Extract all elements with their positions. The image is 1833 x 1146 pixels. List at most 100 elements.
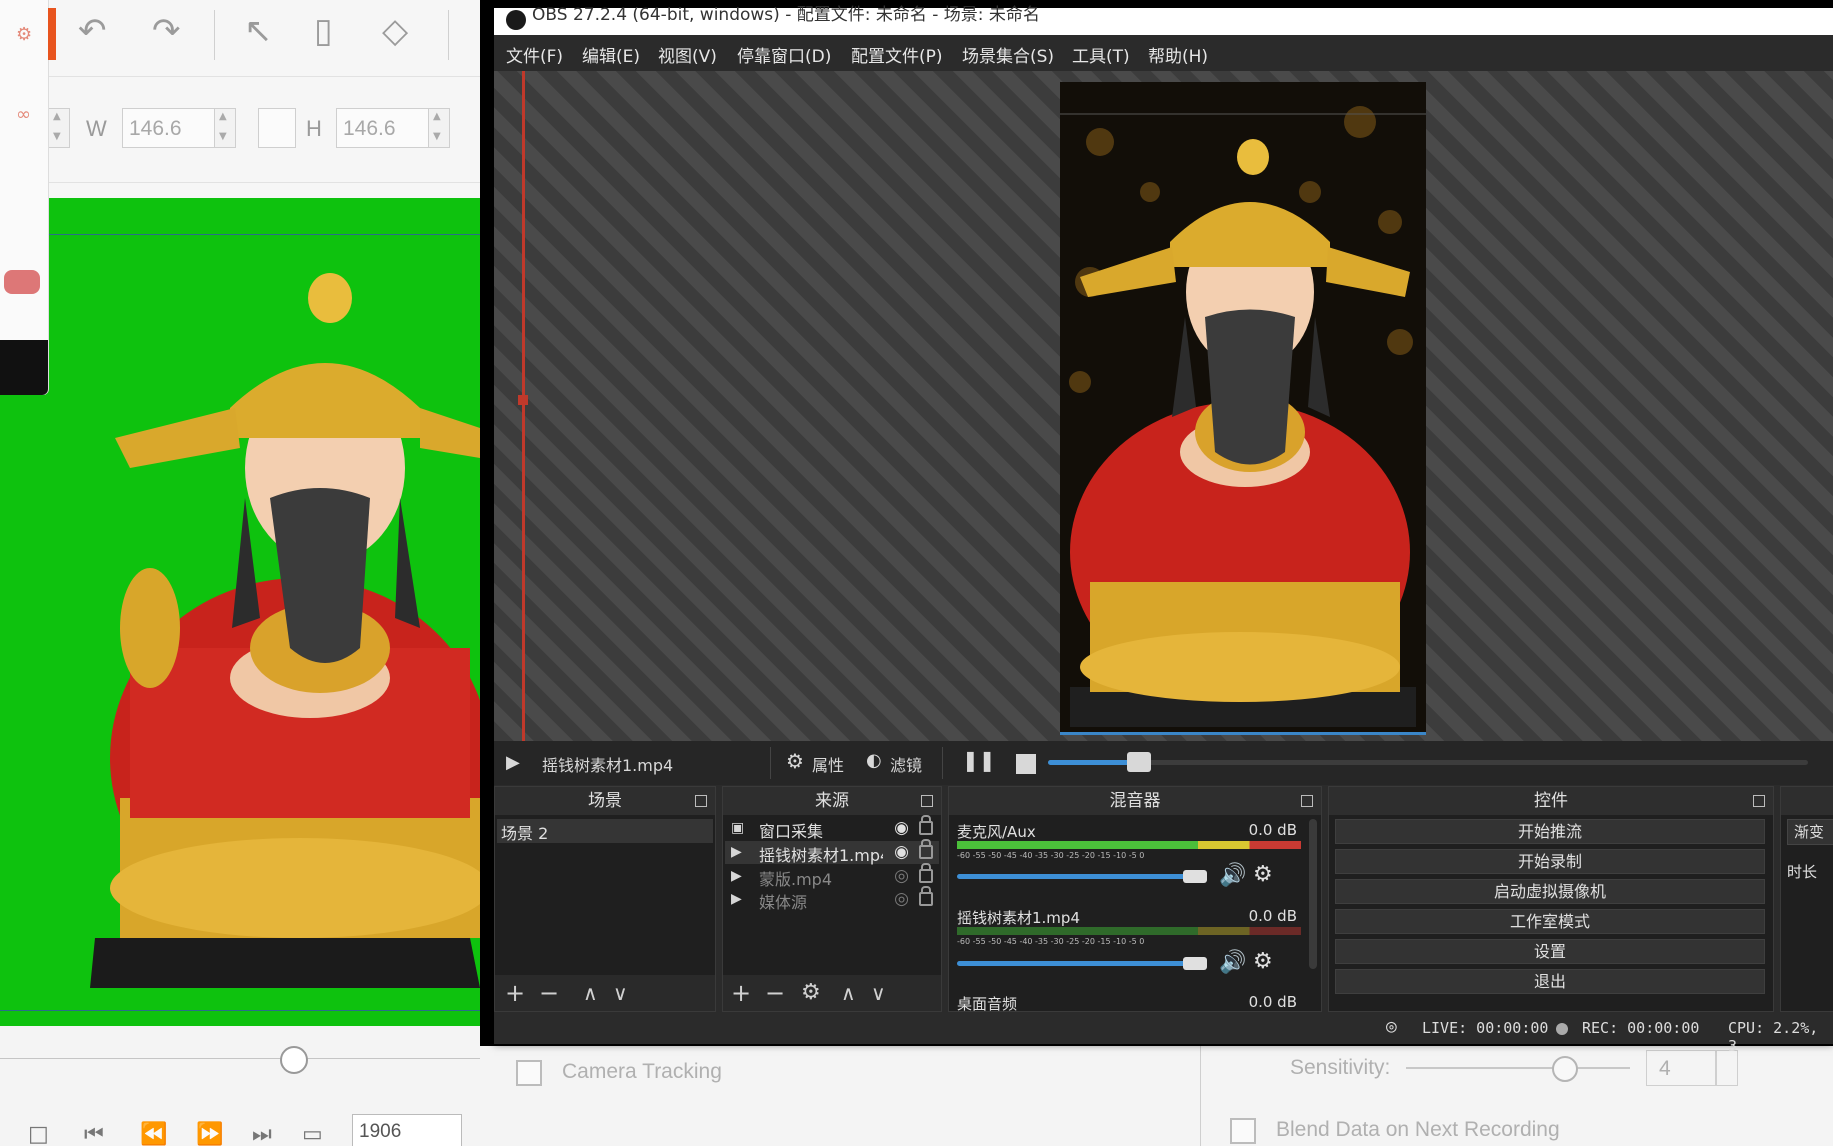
camera-tracking-checkbox[interactable] [516, 1060, 542, 1086]
media-source-icon: ▶ [731, 844, 742, 860]
gear-icon[interactable]: ⚙ [801, 979, 821, 1007]
menu-file[interactable]: 文件(F) [506, 42, 563, 67]
play-icon[interactable]: ▶ [506, 752, 520, 773]
speaker-icon[interactable]: 🔊 [1219, 863, 1246, 888]
car-icon[interactable] [4, 270, 40, 294]
volume-slider-track[interactable] [957, 961, 1207, 966]
source-item[interactable]: ▶ 媒体源 ◎ [725, 886, 939, 912]
cpu-usage: CPU: 2.2%, 3 [1728, 1019, 1819, 1055]
menu-help[interactable]: 帮助(H) [1148, 42, 1208, 67]
loop-icon[interactable]: ▭ [302, 1122, 323, 1146]
volume-slider-track[interactable] [957, 874, 1207, 879]
paint-bucket-icon[interactable]: ◇ [382, 14, 408, 48]
source-item[interactable]: ▶ 摇钱树素材1.mp4 ◉ [725, 839, 939, 865]
statue-image [90, 273, 480, 988]
menu-edit[interactable]: 编辑(E) [582, 42, 640, 67]
pause-icon[interactable]: ❚❚ [962, 748, 996, 772]
undock-icon[interactable] [921, 795, 933, 807]
source-item-label: 蒙版.mp4 [759, 870, 833, 889]
page-icon[interactable]: ▯ [314, 14, 333, 48]
stop-icon[interactable] [1016, 754, 1036, 774]
gear-icon[interactable]: ⚙ [1253, 862, 1273, 887]
meter-scale: -60 -55 -50 -45 -40 -35 -30 -25 -20 -15 … [957, 851, 1145, 860]
menu-scene-collection[interactable]: 场景集合(S) [962, 42, 1054, 67]
remove-icon[interactable]: − [765, 979, 785, 1007]
seek-bar-track[interactable] [1048, 760, 1808, 765]
stop-icon[interactable]: □ [28, 1122, 49, 1146]
source-item[interactable]: ▶ 蒙版.mp4 ◎ [725, 863, 939, 889]
select-arrow-icon[interactable]: ↖ [244, 14, 273, 48]
fast-forward-icon[interactable]: ⏩ [196, 1122, 223, 1146]
frame-number-field[interactable]: 1906 [352, 1114, 462, 1146]
undock-icon[interactable] [1753, 795, 1765, 807]
eye-hidden-icon[interactable]: ◎ [894, 866, 909, 886]
lock-icon[interactable] [919, 863, 933, 883]
menu-docks[interactable]: 停靠窗口(D) [737, 42, 831, 67]
settings-button[interactable]: 设置 [1335, 939, 1765, 964]
sensitivity-stepper[interactable] [1716, 1050, 1738, 1086]
start-streaming-button[interactable]: 开始推流 [1335, 819, 1765, 844]
obs-titlebar[interactable]: OBS 27.2.4 (64-bit, windows) - 配置文件: 未命名… [494, 5, 1833, 35]
skip-end-icon[interactable]: ⏭ [252, 1122, 272, 1146]
scene-item[interactable]: 场景 2 [497, 819, 713, 843]
menu-tools[interactable]: 工具(T) [1072, 42, 1130, 67]
gear-icon[interactable]: ⚙ [1253, 949, 1273, 974]
scenes-toolbar: + − ∧ ∨ [495, 975, 715, 1011]
move-down-icon[interactable]: ∨ [871, 979, 886, 1007]
remove-icon[interactable]: − [539, 979, 559, 1007]
height-field[interactable]: 146.6 [336, 108, 438, 148]
preview-canvas[interactable] [494, 71, 1833, 741]
properties-button[interactable]: 属性 [812, 752, 844, 776]
height-stepper[interactable] [428, 108, 450, 148]
seek-bar-handle[interactable] [1127, 752, 1151, 772]
move-up-icon[interactable]: ∧ [841, 979, 856, 1007]
filters-button[interactable]: 滤镜 [890, 752, 922, 776]
resize-handle[interactable] [518, 395, 528, 405]
eye-hidden-icon[interactable]: ◎ [894, 889, 909, 909]
gear-icon[interactable]: ⚙ [786, 749, 804, 773]
panel-divider [1200, 1046, 1201, 1146]
width-stepper[interactable] [214, 108, 236, 148]
link-icon[interactable]: ∞ [16, 104, 31, 125]
start-virtual-camera-button[interactable]: 启动虚拟摄像机 [1335, 879, 1765, 904]
studio-mode-button[interactable]: 工作室模式 [1335, 909, 1765, 934]
camera-tracking-label: Camera Tracking [562, 1060, 722, 1083]
add-icon[interactable]: + [505, 979, 525, 1007]
eye-icon[interactable]: ◉ [894, 818, 909, 838]
lock-icon[interactable] [919, 839, 933, 859]
move-up-icon[interactable]: ∧ [583, 979, 598, 1007]
blend-data-checkbox[interactable] [1230, 1118, 1256, 1144]
start-recording-button[interactable]: 开始录制 [1335, 849, 1765, 874]
sensitivity-slider-handle[interactable] [1552, 1056, 1578, 1082]
volume-slider-handle[interactable] [1183, 957, 1207, 970]
gear-icon[interactable]: ⚙ [16, 24, 32, 45]
redo-icon[interactable]: ↷ [152, 14, 181, 48]
volume-slider-handle[interactable] [1183, 870, 1207, 883]
lock-icon[interactable] [919, 886, 933, 906]
source-item[interactable]: ▣ 窗口采集 ◉ [725, 815, 939, 841]
menu-view[interactable]: 视图(V) [658, 42, 717, 67]
sensitivity-field[interactable]: 4 [1646, 1050, 1716, 1086]
undock-icon[interactable] [695, 795, 707, 807]
eye-icon[interactable]: ◉ [894, 842, 909, 862]
timeline-slider-handle[interactable] [280, 1046, 308, 1074]
menu-profile[interactable]: 配置文件(P) [851, 42, 943, 67]
undo-icon[interactable]: ↶ [78, 14, 107, 48]
lock-icon[interactable] [919, 815, 933, 835]
controls-dock: 控件 开始推流 开始录制 启动虚拟摄像机 工作室模式 设置 退出 [1328, 786, 1774, 1012]
add-icon[interactable]: + [731, 979, 751, 1007]
x-stepper[interactable] [48, 108, 70, 148]
link-dimensions-icon[interactable] [258, 108, 296, 148]
rewind-icon[interactable]: ⏪ [140, 1122, 167, 1146]
undock-icon[interactable] [1301, 795, 1313, 807]
green-screen-canvas[interactable] [0, 198, 480, 1026]
width-field[interactable]: 146.6 [122, 108, 224, 148]
speaker-icon[interactable]: 🔊 [1219, 950, 1246, 975]
exit-button[interactable]: 退出 [1335, 969, 1765, 994]
skip-start-icon[interactable]: ⏮ [84, 1122, 104, 1146]
move-down-icon[interactable]: ∨ [613, 979, 628, 1007]
mixer-scrollbar[interactable] [1309, 819, 1317, 969]
preview-video-frame [1060, 82, 1426, 735]
filter-icon[interactable]: ◐ [866, 750, 882, 771]
transition-select[interactable]: 渐变 [1787, 819, 1833, 845]
